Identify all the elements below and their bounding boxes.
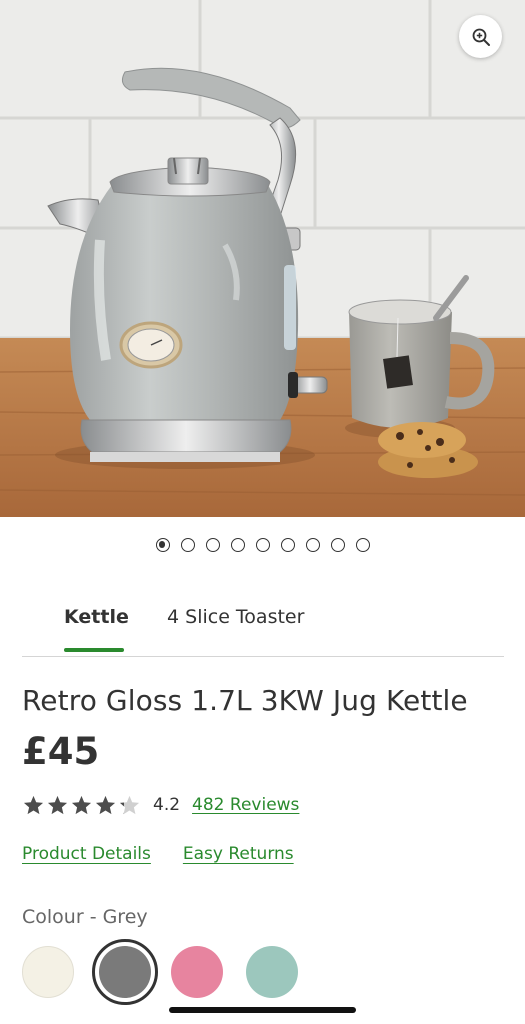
carousel-dot[interactable] xyxy=(305,538,320,552)
rating-value: 4.2 xyxy=(153,795,181,815)
star-icon xyxy=(118,794,141,816)
carousel-dot[interactable] xyxy=(155,538,170,552)
carousel-dot[interactable] xyxy=(180,538,195,552)
kettle-photo xyxy=(0,0,525,517)
info-links: Product Details Easy Returns xyxy=(22,844,294,864)
zoom-in-icon xyxy=(471,27,491,47)
carousel-dot[interactable] xyxy=(205,538,220,552)
star-icon xyxy=(94,794,117,816)
colour-label: Colour - Grey xyxy=(22,906,148,928)
carousel-dot[interactable] xyxy=(355,538,370,552)
active-tab-indicator xyxy=(64,648,124,652)
carousel-dot[interactable] xyxy=(330,538,345,552)
carousel-dot[interactable] xyxy=(230,538,245,552)
easy-returns-link[interactable]: Easy Returns xyxy=(183,844,294,864)
carousel-dot[interactable] xyxy=(255,538,270,552)
home-indicator xyxy=(169,1007,356,1013)
star-icon xyxy=(70,794,93,816)
colour-swatch[interactable] xyxy=(22,946,74,998)
product-image[interactable] xyxy=(0,0,525,517)
star-icon xyxy=(46,794,69,816)
carousel-pagination xyxy=(0,538,525,552)
colour-swatch-selected[interactable] xyxy=(92,939,158,1005)
product-price: £45 xyxy=(22,730,100,773)
zoom-button[interactable] xyxy=(459,15,502,58)
reviews-link[interactable]: 482 Reviews xyxy=(192,795,299,815)
tab-kettle[interactable]: Kettle xyxy=(64,606,129,628)
tab-4-slice-toaster[interactable]: 4 Slice Toaster xyxy=(167,606,304,628)
product-title: Retro Gloss 1.7L 3KW Jug Kettle xyxy=(22,684,468,717)
colour-swatch[interactable] xyxy=(171,946,223,998)
carousel-dot[interactable] xyxy=(280,538,295,552)
product-details-link[interactable]: Product Details xyxy=(22,844,151,864)
rating-row: 4.2 482 Reviews xyxy=(22,792,299,818)
colour-swatch[interactable] xyxy=(246,946,298,998)
product-tabs: Kettle 4 Slice Toaster xyxy=(22,600,504,657)
star-rating xyxy=(22,794,141,816)
star-icon xyxy=(22,794,45,816)
colour-swatch-fill xyxy=(99,946,151,998)
